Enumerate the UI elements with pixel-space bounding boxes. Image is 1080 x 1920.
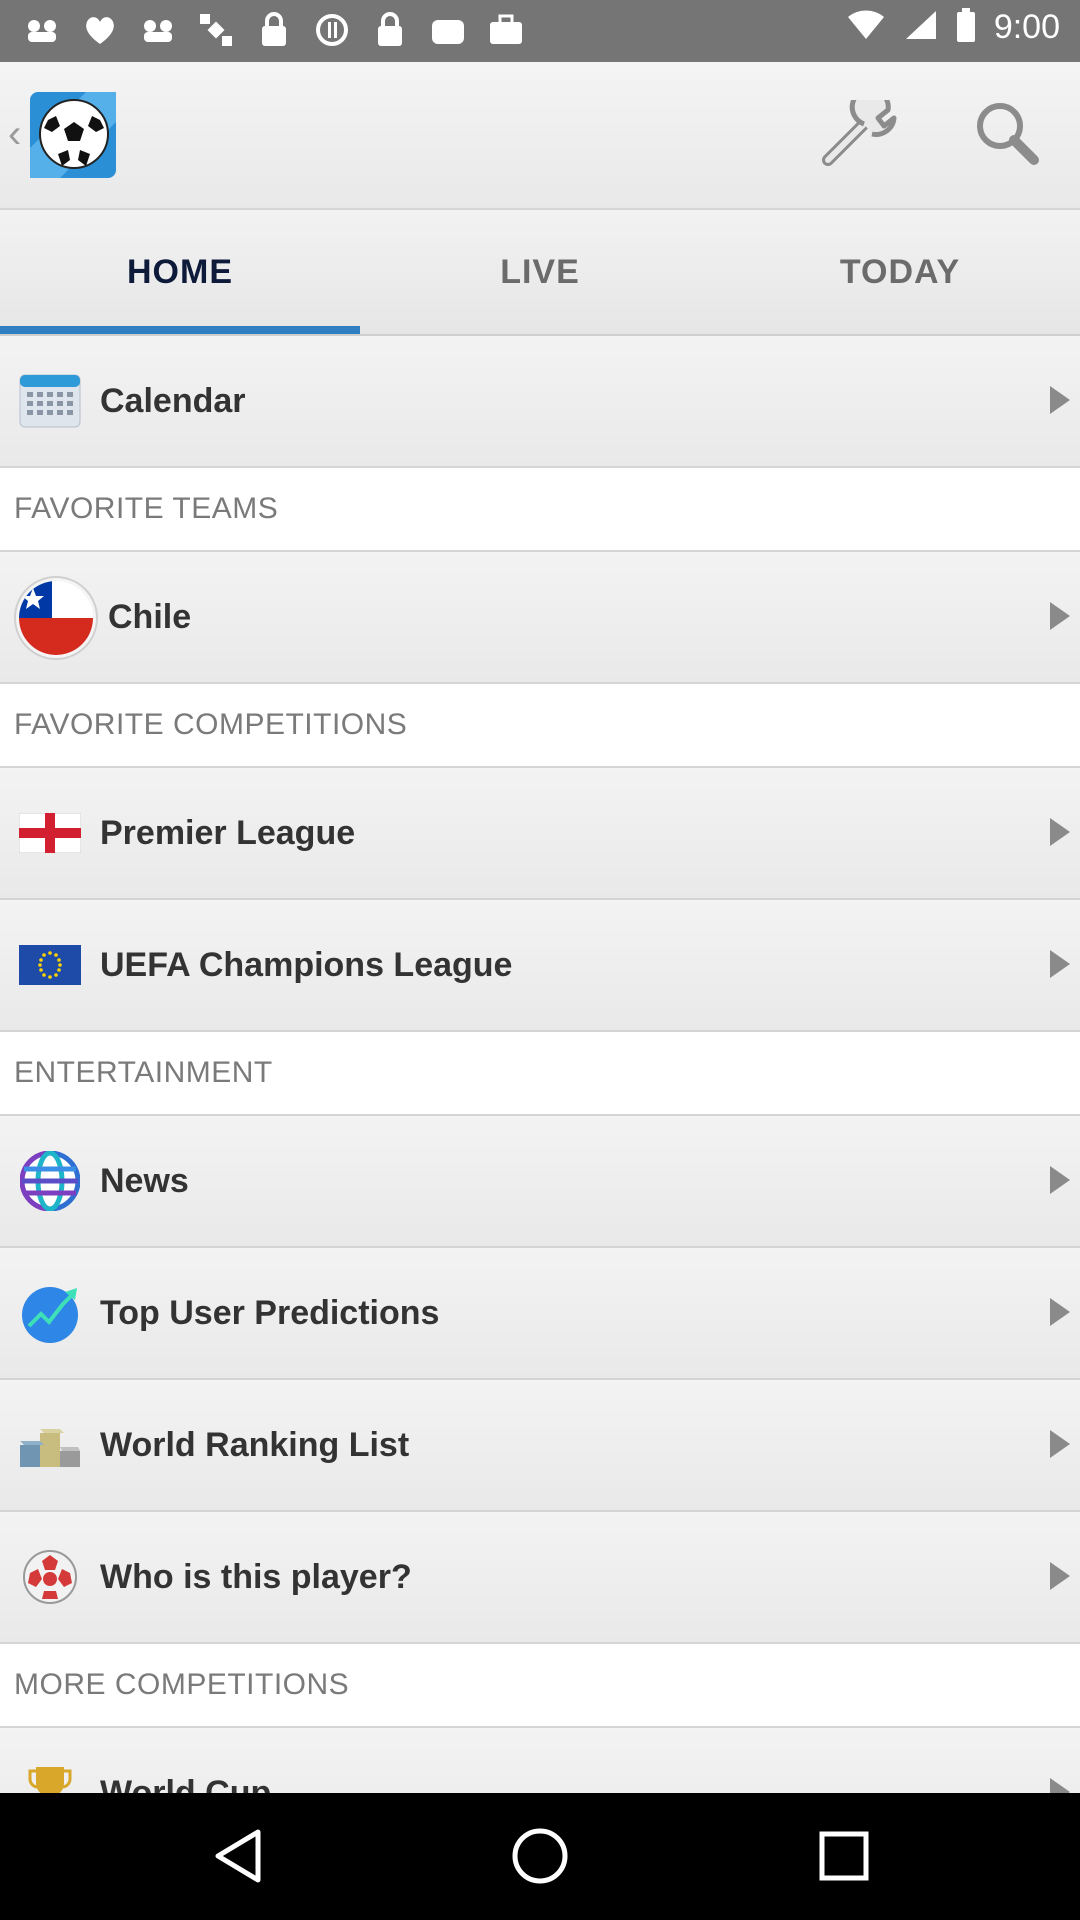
list-item-top-user-predictions[interactable]: Top User Predictions — [0, 1248, 1080, 1380]
notification-icon — [22, 10, 62, 50]
app-bar: ‹ — [0, 62, 1080, 210]
message-icon — [138, 10, 178, 50]
lock-icon — [370, 10, 410, 50]
play-arrow-icon — [1050, 1562, 1070, 1590]
system-nav-bar — [0, 1793, 1080, 1920]
play-arrow-icon — [1050, 1430, 1070, 1458]
uefa-champions-league-label: UEFA Champions League — [100, 945, 513, 984]
tab-today[interactable]: TODAY — [720, 210, 1080, 334]
nav-recents-icon[interactable] — [814, 1826, 874, 1886]
england-flag-icon — [18, 803, 82, 863]
play-arrow-icon — [1050, 950, 1070, 978]
list-item-calendar[interactable]: Calendar — [0, 336, 1080, 468]
section-header-more-competitions: MORE COMPETITIONS — [0, 1644, 1080, 1728]
status-bar: 9:00 — [0, 0, 1080, 62]
calendar-label: Calendar — [100, 381, 246, 420]
section-header-favorite-competitions: FAVORITE COMPETITIONS — [0, 684, 1080, 768]
nav-home-icon[interactable] — [510, 1826, 570, 1886]
eu-flag-icon — [18, 935, 82, 995]
top-user-predictions-label: Top User Predictions — [100, 1293, 440, 1332]
list-item-chile[interactable]: Chile — [0, 552, 1080, 684]
list-item-who-is-this-player[interactable]: Who is this player? — [0, 1512, 1080, 1644]
section-header-entertainment: ENTERTAINMENT — [0, 1032, 1080, 1116]
back-chevron-icon[interactable]: ‹ — [8, 112, 21, 157]
who-is-this-player-label: Who is this player? — [100, 1557, 412, 1596]
heart-icon — [80, 10, 120, 50]
chile-label: Chile — [108, 597, 192, 636]
question-ball-icon — [18, 1547, 82, 1607]
podium-icon — [18, 1415, 82, 1475]
wrench-icon[interactable] — [818, 86, 902, 170]
globe-icon — [18, 1151, 82, 1211]
premier-league-label: Premier League — [100, 813, 356, 852]
tab-indicator — [0, 326, 360, 334]
home-list: Calendar FAVORITE TEAMS Chile FAVORITE C… — [0, 336, 1080, 1860]
trend-chart-icon — [18, 1283, 82, 1343]
nav-back-icon[interactable] — [210, 1826, 270, 1886]
list-item-news[interactable]: News — [0, 1116, 1080, 1248]
play-arrow-icon — [1050, 818, 1070, 846]
news-label: News — [100, 1161, 189, 1200]
play-arrow-icon — [1050, 602, 1070, 630]
signal-icon — [904, 9, 938, 46]
status-time: 9:00 — [993, 8, 1060, 46]
tab-bar: HOME LIVE TODAY — [0, 210, 1080, 336]
list-item-uefa-champions-league[interactable]: UEFA Champions League — [0, 900, 1080, 1032]
tab-live[interactable]: LIVE — [360, 210, 720, 334]
chile-flag-icon — [14, 576, 98, 660]
briefcase-icon — [486, 10, 526, 50]
satellite-icon — [196, 10, 236, 50]
world-ranking-list-label: World Ranking List — [100, 1425, 410, 1464]
calendar-icon — [18, 371, 82, 431]
tab-home[interactable]: HOME — [0, 210, 360, 334]
wifi-icon — [846, 9, 886, 46]
lock-icon — [254, 10, 294, 50]
list-item-world-ranking-list[interactable]: World Ranking List — [0, 1380, 1080, 1512]
list-item-premier-league[interactable]: Premier League — [0, 768, 1080, 900]
section-header-favorite-teams: FAVORITE TEAMS — [0, 468, 1080, 552]
battery-icon — [956, 8, 976, 47]
android-icon — [428, 10, 468, 50]
play-arrow-icon — [1050, 386, 1070, 414]
play-arrow-icon — [1050, 1166, 1070, 1194]
play-arrow-icon — [1050, 1298, 1070, 1326]
soccer-ball-icon[interactable] — [26, 88, 120, 182]
blocked-icon — [312, 10, 352, 50]
search-icon[interactable] — [970, 98, 1042, 170]
